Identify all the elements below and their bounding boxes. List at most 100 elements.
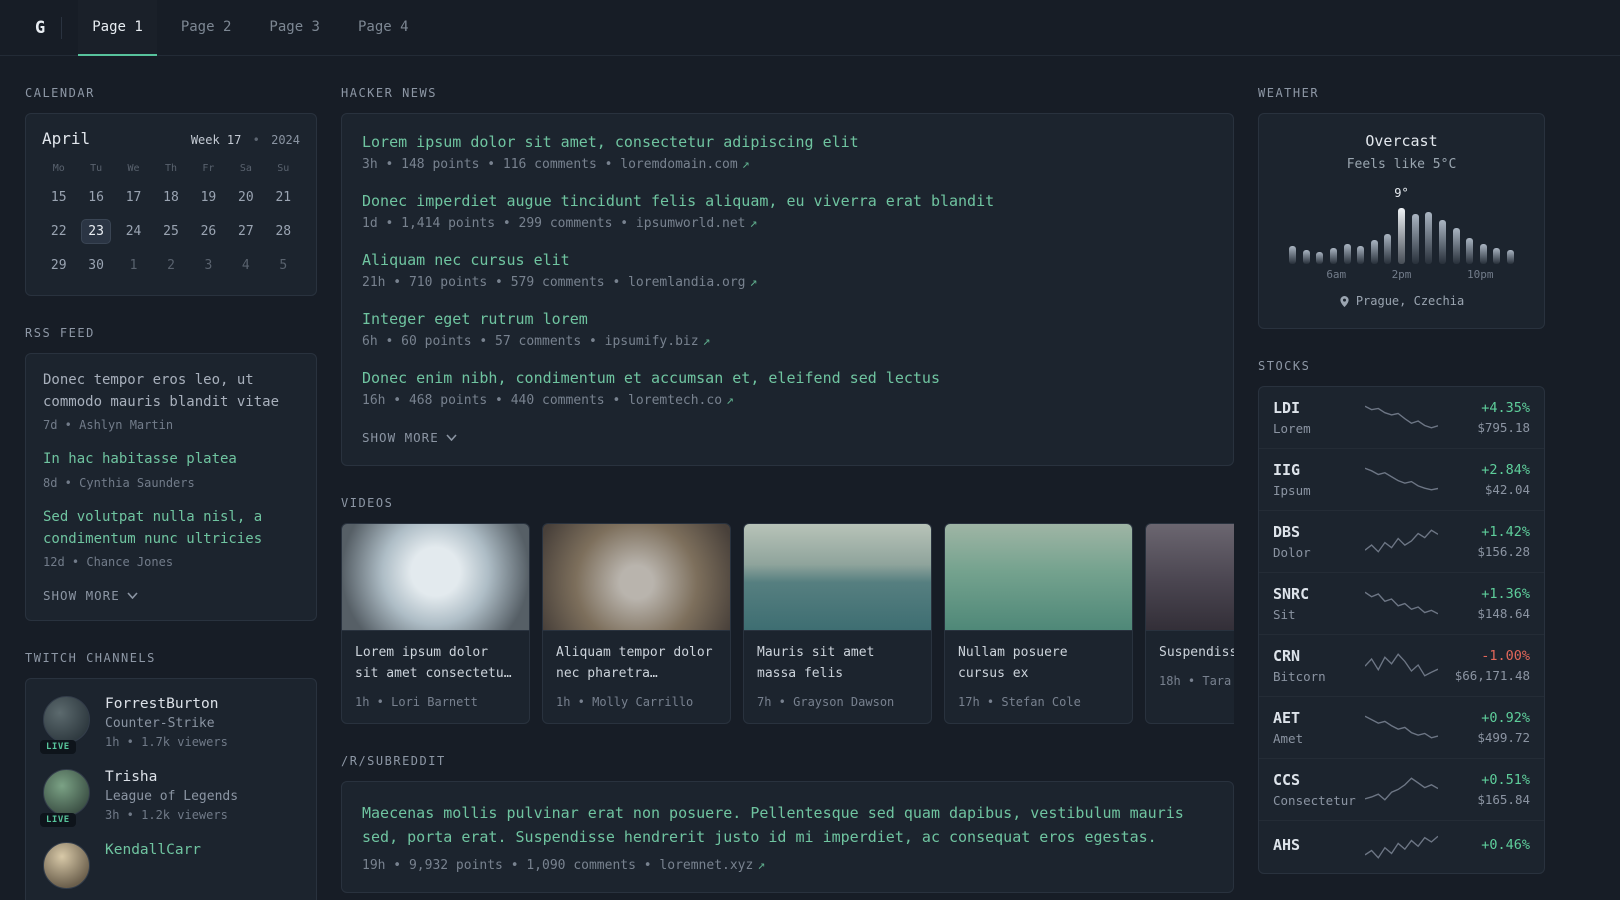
- video-card[interactable]: Suspendisse diam 18h • Tara: [1145, 523, 1234, 724]
- rss-item-title[interactable]: Sed volutpat nulla nisl, a condimentum n…: [43, 507, 299, 550]
- twitch-channel-row[interactable]: LIVE ForrestBurton Counter-Strike 1h • 1…: [40, 696, 299, 755]
- weather-time-label: 2pm: [1391, 268, 1412, 281]
- hn-item: Integer eget rutrum lorem 6h • 60 points…: [362, 310, 1213, 349]
- stock-row[interactable]: AHS +0.46%: [1259, 819, 1544, 873]
- rss-item: Sed volutpat nulla nisl, a condimentum n…: [43, 507, 299, 569]
- channel-game: League of Legends: [105, 789, 239, 805]
- calendar-day-header: Fr: [202, 163, 215, 174]
- weather-time-labels: 6am 2pm 10pm: [1289, 268, 1514, 282]
- weather-location-label: Prague, Czechia: [1355, 294, 1465, 308]
- stock-row[interactable]: DBS Dolor +1.42% $156.28: [1259, 509, 1544, 572]
- hn-item-meta: 21h • 710 points • 579 comments • loreml…: [362, 275, 758, 290]
- calendar-day-header: Tu: [90, 163, 103, 174]
- app-logo[interactable]: G: [25, 12, 55, 44]
- tab-page-3[interactable]: Page 3: [255, 0, 334, 56]
- stock-symbol: AHS: [1273, 835, 1301, 854]
- external-link-icon[interactable]: ↗: [750, 216, 758, 231]
- section-header-calendar: CALENDAR: [25, 86, 95, 100]
- top-nav: G Page 1 Page 2 Page 3 Page 4: [0, 0, 1620, 56]
- stock-row[interactable]: LDI Lorem +4.35% $795.18: [1259, 387, 1544, 448]
- tab-page-4[interactable]: Page 4: [344, 0, 423, 56]
- stock-change: +1.42%: [1481, 523, 1530, 540]
- rss-item-title[interactable]: Donec tempor eros leo, ut commodo mauris…: [43, 370, 299, 413]
- stock-values: +2.84% $42.04: [1438, 462, 1530, 497]
- calendar-day-header: Sa: [239, 163, 252, 174]
- weather-bar: [1302, 250, 1310, 264]
- stock-row[interactable]: CCS Consectetur +0.51% $165.84: [1259, 757, 1544, 820]
- rss-show-more-button[interactable]: SHOW MORE: [43, 588, 138, 603]
- hn-item-meta: 1d • 1,414 points • 299 comments • ipsum…: [362, 216, 758, 231]
- video-card[interactable]: Aliquam tempor dolor nec pharetra… 1h • …: [542, 523, 731, 724]
- dashboard-content: CALENDAR April Week 17 • 2024 Mo Tu We Th Fr…: [0, 56, 1620, 900]
- weather-condition: Overcast: [1365, 132, 1438, 150]
- twitch-avatar-wrap: LIVE: [40, 696, 90, 755]
- weather-bar: [1384, 234, 1392, 264]
- post-title[interactable]: Maecenas mollis pulvinar erat non posuer…: [362, 801, 1213, 849]
- stock-values: +0.46%: [1438, 837, 1530, 857]
- chevron-down-icon: [446, 434, 457, 441]
- channel-name[interactable]: KendallCarr: [105, 842, 201, 858]
- hn-item-title[interactable]: Donec imperdiet augue tincidunt felis al…: [362, 192, 1213, 210]
- subreddit-widget: /R/SUBREDDIT Maecenas mollis pulvinar er…: [341, 754, 1234, 893]
- video-card[interactable]: Nullam posuere cursus ex 17h • Stefan Co…: [944, 523, 1133, 724]
- calendar-day-headers: Mo Tu We Th Fr Sa Su: [42, 163, 300, 174]
- stock-symbol: CCS: [1273, 770, 1301, 789]
- stock-symbol: LDI: [1273, 398, 1301, 417]
- videos-widget: VIDEOS Lorem ipsum dolor sit amet consec…: [341, 496, 1234, 724]
- calendar-day: 16: [88, 190, 104, 205]
- page-tabs: Page 1 Page 2 Page 3 Page 4: [78, 0, 423, 56]
- twitch-channel-info: ForrestBurton Counter-Strike 1h • 1.7k v…: [105, 696, 228, 749]
- video-card-body: Nullam posuere cursus ex 17h • Stefan Co…: [945, 631, 1132, 723]
- video-card[interactable]: Lorem ipsum dolor sit amet consectetu… 1…: [341, 523, 530, 724]
- calendar-day: 30: [88, 258, 104, 273]
- video-thumbnail: [342, 524, 529, 631]
- rss-item-meta: 8d • Cynthia Saunders: [43, 476, 195, 491]
- weather-bars: [1289, 204, 1514, 264]
- weather-feels-like: Feels like 5°C: [1346, 157, 1457, 172]
- hn-item-title[interactable]: Integer eget rutrum lorem: [362, 310, 1213, 328]
- glance-dashboard: G Page 1 Page 2 Page 3 Page 4 CALENDAR A…: [0, 0, 1620, 900]
- hn-item-title[interactable]: Lorem ipsum dolor sit amet, consectetur …: [362, 133, 1213, 151]
- stock-sparkline: [1365, 653, 1438, 677]
- twitch-channel-row[interactable]: KendallCarr: [43, 842, 299, 890]
- stock-row[interactable]: CRN Bitcorn -1.00% $66,171.48: [1259, 633, 1544, 696]
- nav-divider: [61, 16, 63, 39]
- stock-sparkline: [1365, 529, 1438, 553]
- hn-item-title[interactable]: Aliquam nec cursus elit: [362, 251, 1213, 269]
- stock-change: +0.92%: [1481, 709, 1530, 726]
- tab-page-2[interactable]: Page 2: [167, 0, 246, 56]
- stock-id: CRN Bitcorn: [1273, 647, 1365, 684]
- external-link-icon[interactable]: ↗: [742, 157, 750, 172]
- stock-symbol: IIG: [1273, 460, 1301, 479]
- channel-name[interactable]: Trisha: [105, 769, 238, 785]
- video-card[interactable]: Mauris sit amet massa felis 7h • Grayson…: [743, 523, 932, 724]
- stock-row[interactable]: IIG Ipsum +2.84% $42.04: [1259, 447, 1544, 510]
- calendar-day: 3: [204, 258, 213, 273]
- weather-bar: [1329, 248, 1337, 264]
- weather-temp-label: 9°: [1394, 186, 1409, 200]
- weather-bar: [1370, 240, 1378, 264]
- section-header-weather: WEATHER: [1258, 86, 1320, 100]
- hn-item-title[interactable]: Donec enim nibh, condimentum et accumsan…: [362, 369, 1213, 387]
- hn-show-more-button[interactable]: SHOW MORE: [362, 430, 457, 445]
- twitch-channel-row[interactable]: LIVE Trisha League of Legends 3h • 1.2k …: [40, 769, 299, 828]
- external-link-icon[interactable]: ↗: [757, 858, 765, 873]
- external-link-icon[interactable]: ↗: [726, 393, 734, 408]
- stock-name: Consectetur: [1273, 792, 1356, 808]
- external-link-icon[interactable]: ↗: [750, 275, 758, 290]
- stock-price: $66,171.48: [1454, 667, 1530, 683]
- rss-item-title[interactable]: In hac habitasse platea: [43, 449, 299, 471]
- tab-page-1[interactable]: Page 1: [78, 0, 157, 56]
- calendar-week-label: Week 17: [190, 133, 242, 147]
- calendar-day: 21: [275, 190, 292, 205]
- hn-show-more-label: SHOW MORE: [362, 430, 439, 445]
- stock-row[interactable]: AET Amet +0.92% $499.72: [1259, 695, 1544, 758]
- weather-time-label: 10pm: [1467, 268, 1494, 281]
- stock-row[interactable]: SNRC Sit +1.36% $148.64: [1259, 571, 1544, 634]
- channel-name[interactable]: ForrestBurton: [105, 696, 228, 712]
- twitch-avatar-wrap: [43, 842, 90, 890]
- post-meta: 19h • 9,932 points • 1,090 comments • lo…: [362, 857, 766, 873]
- weather-bar: [1466, 238, 1474, 264]
- external-link-icon[interactable]: ↗: [703, 334, 711, 349]
- video-card-body: Suspendisse diam 18h • Tara: [1146, 631, 1234, 702]
